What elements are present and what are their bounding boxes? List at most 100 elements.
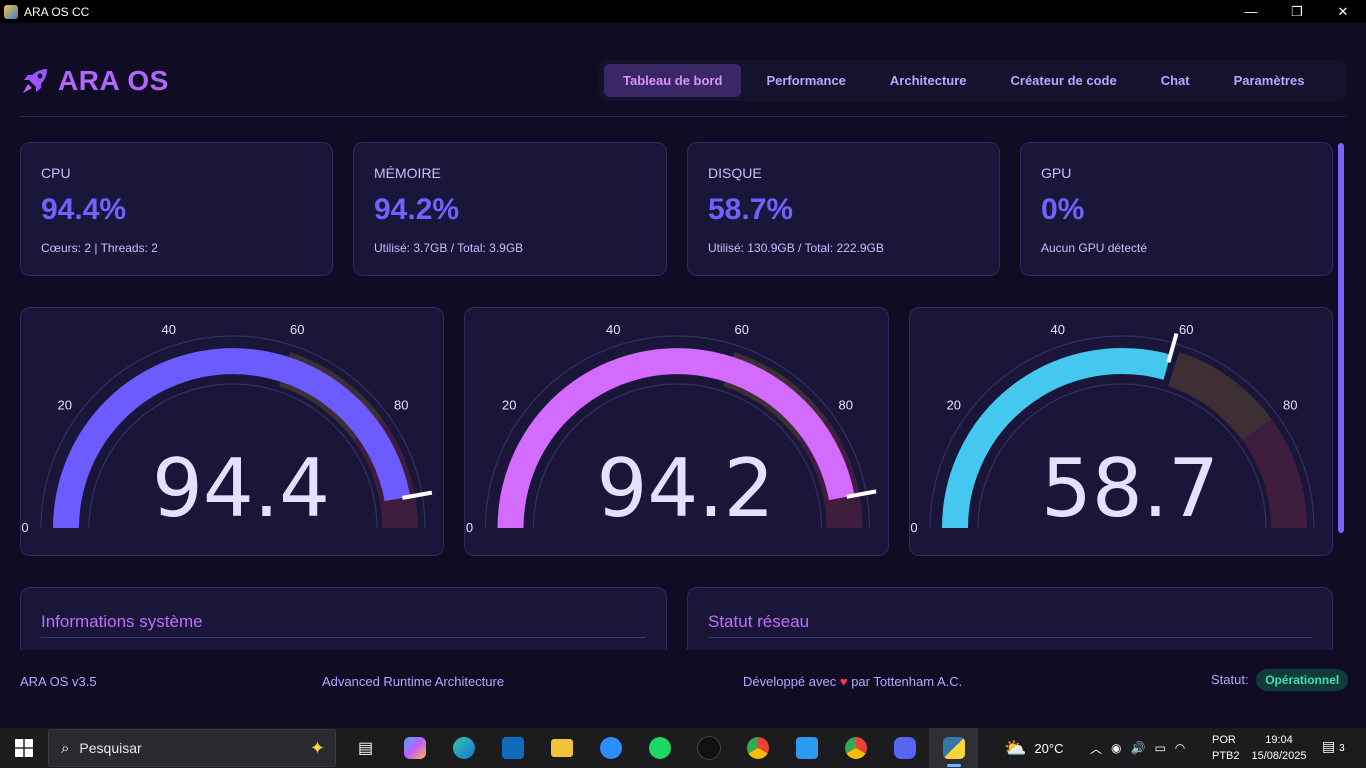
vscode-icon[interactable] [782,728,831,768]
windows-icon [15,739,33,757]
memory-gauge-card: 0 20 40 60 80 94.2 [464,307,889,556]
disk-label: DISQUE [708,165,762,181]
file-explorer-icon[interactable] [537,728,586,768]
weather-temp: 20°C [1034,740,1064,756]
cpu-details: Cœurs: 2 | Threads: 2 [41,241,158,255]
close-button[interactable]: ✕ [1320,0,1366,23]
sparkle-icon: ✦ [309,737,325,758]
tab-architecture[interactable]: Architecture [871,64,986,97]
task-view-icon[interactable]: ▤ [341,728,390,768]
keyboard-layout: PTB2 [1212,750,1240,762]
language-code: POR [1212,734,1236,746]
gpu-card: GPU 0% Aucun GPU détecté [1020,142,1333,276]
memory-gauge: 0 20 40 60 80 94.2 [466,322,877,535]
tiktok-icon[interactable] [684,728,733,768]
notification-count: 3 [1339,743,1345,754]
gauge-value-text: 94.4 [152,442,330,535]
footer-credit-prefix: Développé avec [743,674,837,689]
weather-widget[interactable]: ⛅ 20°C [1004,728,1063,768]
cpu-value: 94.4% [41,193,127,226]
memory-value: 94.2% [374,193,460,226]
taskbar: ⌕ Pesquisar ✦ ▤ ⛅ 20°C ︿ ◉ 🔊 ▭ ◠ POR PTB… [0,728,1366,768]
gauge-tick-label: 20 [946,398,960,413]
scrollbar-thumb[interactable] [1338,143,1344,533]
tab-settings[interactable]: Paramètres [1215,64,1324,97]
wifi-icon[interactable]: ◠ [1175,741,1185,755]
gpu-details: Aucun GPU détecté [1041,241,1148,255]
maximize-button[interactable]: ❐ [1274,0,1320,23]
battery-icon[interactable]: ▭ [1154,741,1165,755]
clock-date: 15/08/2025 [1251,750,1307,762]
search-icon: ⌕ [61,739,70,757]
system-info-title: Informations système [41,612,203,631]
gauge-tick-label: 60 [290,322,304,337]
gauge-value-text: 58.7 [1041,442,1219,535]
footer-version: ARA OS v3.5 [20,674,97,689]
gauge-tick-label: 40 [161,322,175,337]
memory-card: MÉMOIRE 94.2% Utilisé: 3.7GB / Total: 3.… [353,142,667,276]
edge-icon[interactable] [439,728,488,768]
cpu-card: CPU 94.4% Cœurs: 2 | Threads: 2 [20,142,333,276]
disk-card: DISQUE 58.7% Utilisé: 130.9GB / Total: 2… [687,142,1000,276]
taskbar-apps: ▤ [341,728,978,768]
webcam-icon[interactable]: ◉ [1111,741,1121,755]
gauge-tick-label: 40 [1050,322,1064,337]
system-info-divider [41,637,646,638]
tab-performance[interactable]: Performance [747,64,864,97]
gpu-label: GPU [1041,165,1072,181]
gauge-tick-label: 40 [606,322,620,337]
chrome-icon[interactable] [733,728,782,768]
outlook-icon[interactable] [488,728,537,768]
notification-icon: ▤ [1322,738,1336,754]
app-icon [4,4,18,19]
gauge-tick-label: 0 [910,520,917,535]
cpu-gauge: 0 20 40 60 80 94.4 [21,322,433,535]
gauge-tick-label: 20 [502,398,516,413]
memory-details: Utilisé: 3.7GB / Total: 3.9GB [374,241,524,255]
chrome-profile-icon[interactable] [831,728,880,768]
app-window: ARA OS Tableau de bord Performance Archi… [0,23,1366,728]
tab-dashboard[interactable]: Tableau de bord [604,64,742,97]
taskbar-search[interactable]: ⌕ Pesquisar ✦ [48,729,336,767]
main-nav: Tableau de bord Performance Architecture… [599,60,1346,101]
discord-icon[interactable] [880,728,929,768]
gauge-tick-label: 0 [21,520,28,535]
footer-tagline: Advanced Runtime Architecture [322,674,505,689]
status-badge: Opérationnel [1256,669,1349,691]
gauge-tick-label: 80 [839,398,853,413]
tab-code-creator[interactable]: Créateur de code [992,64,1136,97]
footer-credit-suffix: par Tottenham A.C. [851,674,963,689]
disk-gauge: 0 20 40 60 80 58.7 [910,322,1315,535]
search-placeholder: Pesquisar [79,740,142,756]
header-divider [20,116,1346,117]
footer-status: Statut: Opérationnel [1211,669,1349,691]
spotify-icon[interactable] [635,728,684,768]
minimize-button[interactable]: — [1228,0,1274,23]
footer: ARA OS v3.5 Advanced Runtime Architectur… [0,650,1366,708]
gpu-value: 0% [1041,193,1085,226]
gauge-tick-label: 80 [1283,398,1297,413]
language-indicator[interactable]: POR PTB2 [1212,732,1240,764]
weather-icon: ⛅ [1004,737,1027,758]
notification-button[interactable]: ▤ 3 [1322,738,1345,755]
volume-icon[interactable]: 🔊 [1131,741,1146,755]
network-divider [708,637,1312,638]
cpu-gauge-card: 0 20 40 60 80 94.4 [20,307,444,556]
disk-details: Utilisé: 130.9GB / Total: 222.9GB [708,241,884,255]
start-button[interactable] [0,728,48,768]
brand: ARA OS [20,65,169,97]
system-tray: ︿ ◉ 🔊 ▭ ◠ [1090,728,1194,768]
clock[interactable]: 19:04 15/08/2025 [1249,732,1309,764]
cpu-label: CPU [41,165,71,181]
chevron-up-icon[interactable]: ︿ [1090,740,1102,757]
copilot-icon[interactable] [390,728,439,768]
zoom-icon[interactable] [586,728,635,768]
rocket-icon [23,69,47,93]
gauge-tick-label: 60 [1179,322,1193,337]
disk-value: 58.7% [708,193,794,226]
memory-label: MÉMOIRE [374,165,441,181]
window-titlebar: ARA OS CC — ❐ ✕ [0,0,1366,23]
window-title: ARA OS CC [24,4,90,19]
python-icon[interactable] [929,728,978,768]
tab-chat[interactable]: Chat [1142,64,1209,97]
